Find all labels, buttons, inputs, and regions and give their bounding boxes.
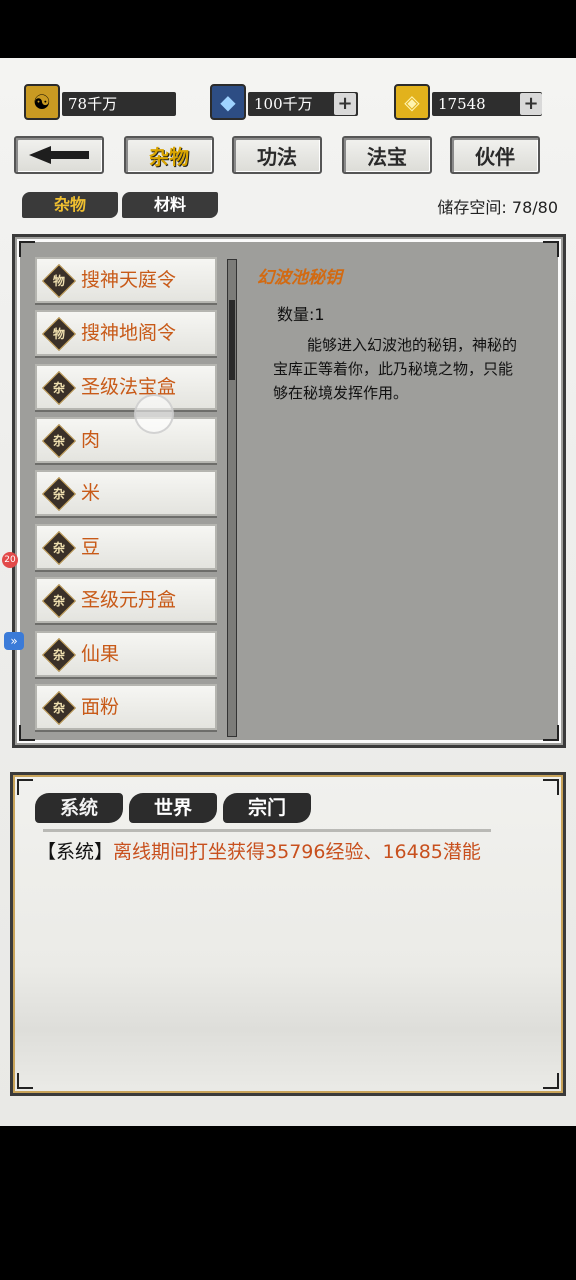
tab-misc[interactable]: 杂物 bbox=[124, 136, 214, 174]
scrollbar-thumb[interactable] bbox=[229, 300, 235, 380]
item-type-icon: 杂 bbox=[42, 584, 76, 618]
item-type-icon: 杂 bbox=[42, 424, 76, 458]
floating-expand-icon[interactable]: » bbox=[4, 632, 24, 650]
back-arrow-icon bbox=[29, 146, 89, 164]
item-label: 米 bbox=[81, 482, 101, 504]
corner-ornament bbox=[543, 725, 559, 741]
list-item[interactable]: 杂 面粉 bbox=[35, 684, 217, 730]
corner-ornament bbox=[19, 241, 35, 257]
item-label: 搜神天庭令 bbox=[81, 269, 177, 291]
item-type-icon: 杂 bbox=[42, 531, 76, 565]
add-gold-button[interactable]: + bbox=[520, 93, 542, 115]
item-detail-title: 幻波池秘钥 bbox=[257, 268, 342, 288]
tab-skills[interactable]: 功法 bbox=[232, 136, 322, 174]
item-type-icon: 杂 bbox=[42, 371, 76, 405]
game-screen: ☯ 78千万 ◆ 100千万 + ◈ 17548 + 杂物 功法 法宝 伙伴 杂… bbox=[0, 58, 576, 1126]
list-item[interactable]: 杂 圣级法宝盒 bbox=[35, 364, 217, 410]
item-label: 圣级元丹盒 bbox=[81, 589, 177, 611]
item-type-icon: 杂 bbox=[42, 691, 76, 725]
chat-channel-tag: 【系统】 bbox=[37, 841, 114, 863]
yin-yang-icon: ☯ bbox=[24, 84, 60, 120]
list-item[interactable]: 杂 豆 bbox=[35, 524, 217, 570]
subtab-materials[interactable]: 材料 bbox=[122, 192, 218, 218]
floating-notification-badge[interactable]: 20 bbox=[2, 552, 18, 568]
chat-panel: 系统 世界 宗门 【系统】离线期间打坐获得35796经验、16485潜能 bbox=[10, 772, 566, 1096]
back-button[interactable] bbox=[14, 136, 104, 174]
corner-ornament bbox=[17, 779, 33, 795]
item-label: 仙果 bbox=[81, 643, 120, 665]
chat-message-text: 离线期间打坐获得35796经验、16485潜能 bbox=[113, 841, 481, 863]
item-label: 肉 bbox=[81, 429, 101, 451]
gold-ingot-icon: ◈ bbox=[394, 84, 430, 120]
chat-tab-world[interactable]: 世界 bbox=[129, 793, 217, 823]
chat-divider bbox=[43, 829, 491, 832]
list-item[interactable]: 杂 肉 bbox=[35, 417, 217, 463]
subtab-misc[interactable]: 杂物 bbox=[22, 192, 118, 218]
inventory-panel: 物 搜神天庭令 物 搜神地阁令 杂 圣级法宝盒 杂 肉 杂 米 杂 豆 杂 圣级… bbox=[12, 234, 566, 748]
chat-tab-sect[interactable]: 宗门 bbox=[223, 793, 311, 823]
chat-message: 【系统】离线期间打坐获得35796经验、16485潜能 bbox=[37, 837, 481, 864]
item-type-icon: 物 bbox=[42, 264, 76, 298]
corner-ornament bbox=[543, 1073, 559, 1089]
list-item[interactable]: 杂 仙果 bbox=[35, 631, 217, 677]
add-gem-button[interactable]: + bbox=[334, 93, 356, 115]
list-item[interactable]: 杂 米 bbox=[35, 470, 217, 516]
tab-treasures[interactable]: 法宝 bbox=[342, 136, 432, 174]
blue-gem-icon: ◆ bbox=[210, 84, 246, 120]
item-label: 豆 bbox=[81, 536, 101, 558]
item-type-icon: 杂 bbox=[42, 477, 76, 511]
item-label: 面粉 bbox=[81, 696, 120, 718]
chat-tab-system[interactable]: 系统 bbox=[35, 793, 123, 823]
tab-partners[interactable]: 伙伴 bbox=[450, 136, 540, 174]
corner-ornament bbox=[543, 241, 559, 257]
list-item[interactable]: 物 搜神天庭令 bbox=[35, 257, 217, 303]
currency-coin-value: 78千万 bbox=[62, 92, 176, 116]
item-detail-description: 能够进入幻波池的秘钥，神秘的宝库正等着你，此乃秘境之物，只能够在秘境发挥作用。 bbox=[273, 336, 518, 402]
item-type-icon: 杂 bbox=[42, 638, 76, 672]
item-detail-quantity: 数量:1 bbox=[277, 305, 325, 324]
list-item[interactable]: 物 搜神地阁令 bbox=[35, 310, 217, 356]
item-type-icon: 物 bbox=[42, 317, 76, 351]
touch-indicator bbox=[134, 394, 174, 434]
scrollbar[interactable] bbox=[227, 259, 237, 737]
corner-ornament bbox=[17, 1073, 33, 1089]
corner-ornament bbox=[543, 779, 559, 795]
storage-capacity: 储存空间: 78/80 bbox=[437, 198, 558, 217]
item-label: 搜神地阁令 bbox=[81, 322, 177, 344]
list-item[interactable]: 杂 圣级元丹盒 bbox=[35, 577, 217, 623]
corner-ornament bbox=[19, 725, 35, 741]
